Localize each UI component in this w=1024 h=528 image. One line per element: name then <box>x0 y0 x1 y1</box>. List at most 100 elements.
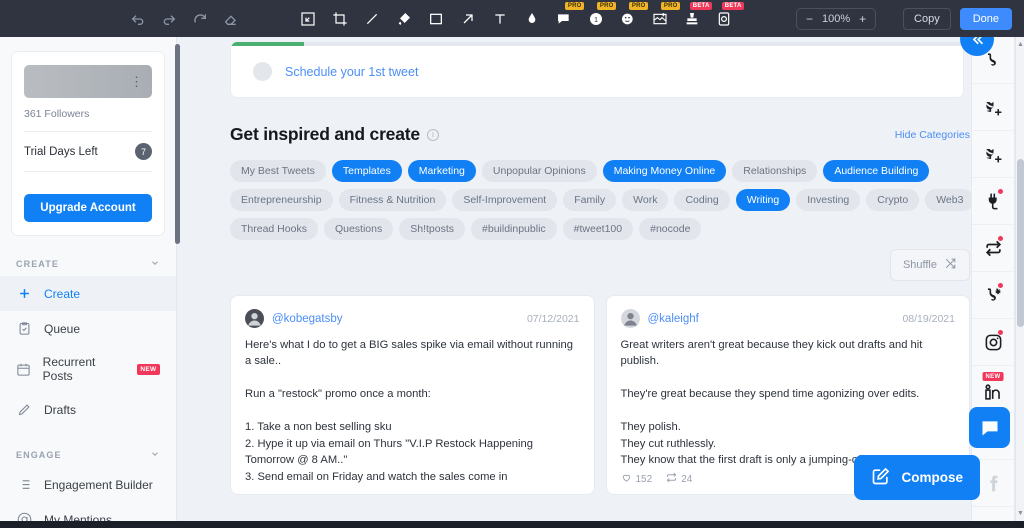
category-tag[interactable]: Family <box>563 189 617 211</box>
tweet-card[interactable]: @kobegatsby 07/12/2021 Here's what I do … <box>230 295 595 495</box>
tweet-header: @kaleighf 08/19/2021 <box>620 309 955 328</box>
pro-badge: PRO <box>661 1 680 10</box>
zoom-out-button[interactable]: − <box>806 12 813 26</box>
add-account-icon[interactable] <box>972 84 1014 131</box>
sidebar-item-my-mentions[interactable]: My Mentions <box>0 502 176 521</box>
category-tag[interactable]: Sh!tposts <box>399 218 466 240</box>
eraser-icon[interactable] <box>221 9 240 28</box>
plug-icon[interactable] <box>972 178 1014 225</box>
line-tool[interactable] <box>362 9 382 29</box>
pro-badge: PRO <box>597 1 616 10</box>
speech-bubble-tool[interactable]: PRO <box>554 1 584 29</box>
chat-support-button[interactable] <box>969 407 1010 448</box>
tweet-handle[interactable]: @kobegatsby <box>272 313 343 325</box>
scroll-down-arrow[interactable]: ▼ <box>1016 508 1024 519</box>
trial-days-badge: 7 <box>135 143 152 160</box>
retweet-icon[interactable] <box>972 225 1014 272</box>
highlight-tool[interactable] <box>394 9 414 29</box>
drawing-tools: PRO 1 PRO PRO PRO BETA BETA <box>298 1 744 29</box>
category-tag[interactable]: My Best Tweets <box>230 160 326 182</box>
crop-tool[interactable] <box>330 9 350 29</box>
zoom-in-button[interactable]: + <box>859 12 866 26</box>
arrow-tool[interactable] <box>458 9 478 29</box>
info-icon[interactable]: i <box>426 128 439 141</box>
instagram-icon[interactable] <box>972 319 1014 366</box>
like-count: 152 <box>635 473 653 485</box>
copy-button[interactable]: Copy <box>903 7 951 30</box>
tweet-date: 07/12/2021 <box>526 312 580 325</box>
add-account-2-icon[interactable] <box>972 131 1014 178</box>
checklist-item[interactable]: Schedule your 1st tweet <box>231 46 963 97</box>
compose-button[interactable]: Compose <box>854 455 980 500</box>
sidebar-section-create-header[interactable]: CREATE <box>0 258 176 270</box>
profile-menu-icon[interactable]: ⋮ <box>130 75 143 88</box>
category-tag[interactable]: Thread Hooks <box>230 218 318 240</box>
page-scrollbar[interactable]: ▲ ▼ <box>1015 37 1024 521</box>
text-tool[interactable] <box>490 9 510 29</box>
divider <box>24 171 152 172</box>
chevron-down-icon[interactable] <box>150 449 160 461</box>
counter-tool[interactable]: 1 PRO <box>586 1 616 29</box>
upgrade-account-button[interactable]: Upgrade Account <box>24 194 152 222</box>
like-stat: 152 <box>621 472 653 486</box>
done-button[interactable]: Done <box>959 7 1012 30</box>
sidebar-section-engage-header[interactable]: ENGAGE <box>0 449 176 461</box>
hide-categories-link[interactable]: Hide Categories <box>895 129 970 141</box>
category-tag[interactable]: #tweet100 <box>562 218 634 240</box>
category-tag[interactable]: Work <box>622 189 669 211</box>
category-tag[interactable]: Entrepreneurship <box>230 189 333 211</box>
sidebar-scrollbar[interactable] <box>175 44 180 244</box>
sidebar-item-drafts[interactable]: Drafts <box>0 392 176 427</box>
scrollbar-thumb[interactable] <box>1017 159 1024 327</box>
window-bottom-bar <box>0 521 1024 528</box>
profile-name-redacted[interactable]: ⋮ <box>24 65 152 98</box>
category-tag[interactable]: Questions <box>323 218 394 240</box>
tweet-header: @kobegatsby 07/12/2021 <box>245 309 580 328</box>
category-tag[interactable]: Coding <box>674 189 730 211</box>
category-tag[interactable]: Crypto <box>866 189 920 211</box>
zoom-control[interactable]: − 100% + <box>796 7 877 30</box>
category-tag[interactable]: Self-Improvement <box>452 189 558 211</box>
undo-icon[interactable] <box>128 9 147 28</box>
category-tag[interactable]: Web3 <box>925 189 971 211</box>
category-tag[interactable]: Audience Building <box>823 160 930 182</box>
sidebar-item-label: My Mentions <box>44 512 113 522</box>
beta-badge: BETA <box>690 1 712 10</box>
sticker-tool[interactable]: PRO <box>650 1 680 29</box>
tweet-handle[interactable]: @kaleighf <box>648 313 699 325</box>
tweet-date: 08/19/2021 <box>902 312 955 325</box>
category-tag[interactable]: Making Money Online <box>602 160 727 182</box>
category-tag[interactable]: #nocode <box>639 218 702 240</box>
sidebar-item-recurrent-posts[interactable]: Recurrent Posts NEW <box>0 346 176 392</box>
editor-actions: Copy Done <box>903 7 1012 30</box>
frame-tool[interactable]: BETA <box>714 1 744 29</box>
blur-tool[interactable] <box>522 9 542 29</box>
category-tag[interactable]: Unpopular Opinions <box>481 160 597 182</box>
category-tag[interactable]: Relationships <box>732 160 818 182</box>
category-tag[interactable]: Writing <box>735 189 791 211</box>
checklist-checkbox[interactable] <box>253 62 272 81</box>
resize-tool[interactable] <box>298 9 318 29</box>
linkedin-icon[interactable]: NEW <box>972 366 1014 413</box>
reset-icon[interactable] <box>190 9 209 28</box>
threads-icon[interactable] <box>972 272 1014 319</box>
emoji-tool[interactable]: PRO <box>618 1 648 29</box>
notification-dot <box>998 283 1003 288</box>
category-tag[interactable]: Fitness & Nutrition <box>338 189 447 211</box>
chevron-down-icon[interactable] <box>150 258 160 270</box>
category-tag[interactable]: Templates <box>331 160 402 182</box>
category-tag[interactable]: Investing <box>796 189 861 211</box>
sidebar-item-create[interactable]: Create <box>0 276 176 311</box>
redo-icon[interactable] <box>159 9 178 28</box>
sidebar-item-queue[interactable]: Queue <box>0 311 176 346</box>
stamp-tool[interactable]: BETA <box>682 1 712 29</box>
sidebar-item-label: Queue <box>44 321 81 336</box>
sidebar-item-engagement-builder[interactable]: Engagement Builder <box>0 467 176 502</box>
category-tag[interactable]: Marketing <box>407 160 476 182</box>
rectangle-tool[interactable] <box>426 9 446 29</box>
scroll-up-arrow[interactable]: ▲ <box>1016 39 1024 50</box>
trial-label: Trial Days Left <box>24 145 98 158</box>
category-tag[interactable]: #buildinpublic <box>471 218 557 240</box>
avatar <box>620 309 640 328</box>
shuffle-button[interactable]: Shuffle <box>889 249 970 281</box>
